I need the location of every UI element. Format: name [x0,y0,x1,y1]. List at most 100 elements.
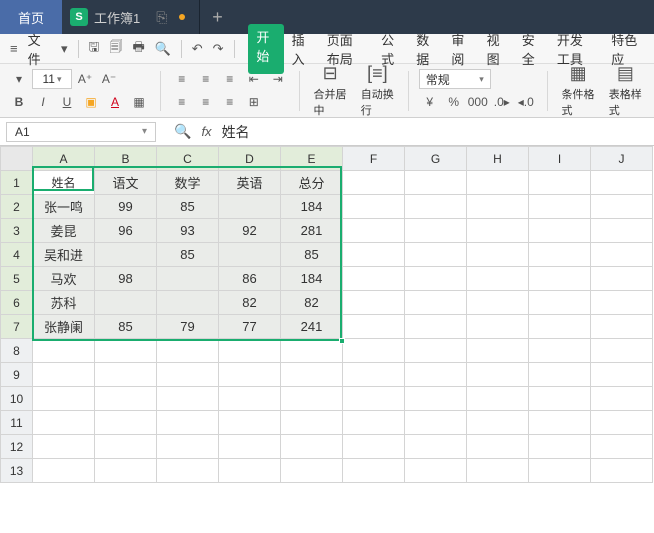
cell[interactable] [343,243,405,267]
merge-split-icon[interactable]: ⊞ [243,92,265,112]
cell[interactable]: 总分 [281,171,343,195]
save-icon[interactable]: 🖫 [84,36,103,62]
cell[interactable] [591,195,653,219]
tab-view[interactable]: 视图 [479,24,514,74]
close-tab-icon[interactable]: ⎘ [156,9,167,26]
cell[interactable] [343,195,405,219]
cell[interactable] [591,243,653,267]
cell[interactable] [343,171,405,195]
name-box[interactable]: A1 ▾ [6,122,156,142]
cell[interactable] [33,435,95,459]
conditional-format-button[interactable]: ▦ 条件格式 [558,61,599,120]
cell[interactable] [467,243,529,267]
indent-inc-icon[interactable]: ⇥ [267,69,289,89]
cell[interactable]: 85 [157,195,219,219]
cell[interactable] [529,267,591,291]
preview-icon[interactable]: 🔍 [151,39,175,59]
cell[interactable] [157,339,219,363]
cell[interactable] [95,339,157,363]
col-header[interactable]: D [219,147,281,171]
cell[interactable]: 92 [219,219,281,243]
row-header[interactable]: 8 [1,339,33,363]
cell[interactable] [529,411,591,435]
cell[interactable] [405,411,467,435]
cell[interactable] [281,339,343,363]
cell[interactable] [343,267,405,291]
cell[interactable] [529,435,591,459]
select-all-corner[interactable] [1,147,33,171]
col-header[interactable]: I [529,147,591,171]
cell[interactable] [529,339,591,363]
cell[interactable] [405,339,467,363]
cell[interactable]: 184 [281,267,343,291]
row-header[interactable]: 2 [1,195,33,219]
cell[interactable] [405,315,467,339]
save-as-icon[interactable]: 🗐 [105,36,126,62]
merge-center-button[interactable]: ⊟ 合并居中 [310,61,351,120]
tab-start[interactable]: 开始 [248,24,283,74]
row-header[interactable]: 10 [1,387,33,411]
cell[interactable] [529,195,591,219]
underline-icon[interactable]: U [56,92,78,112]
decrease-font-icon[interactable]: A⁻ [98,69,120,89]
cell[interactable] [467,435,529,459]
workbook-tab[interactable]: S 工作簿1 ⎘ [62,0,200,34]
cell[interactable] [343,315,405,339]
cell[interactable] [591,339,653,363]
cell[interactable] [281,363,343,387]
font-dropdown-icon[interactable]: ▾ [8,69,30,89]
fx-icon[interactable]: fx [201,124,211,139]
cell[interactable] [343,411,405,435]
col-header[interactable]: H [467,147,529,171]
col-header[interactable]: C [157,147,219,171]
cell[interactable] [95,291,157,315]
print-icon[interactable]: 🖶 [128,36,148,62]
align-center-icon[interactable]: ≡ [195,92,217,112]
cell[interactable]: 96 [95,219,157,243]
cell[interactable] [157,459,219,483]
cell[interactable] [219,411,281,435]
row-header[interactable]: 11 [1,411,33,435]
hamburger-icon[interactable]: ≡ [6,39,22,58]
cell[interactable]: 吴和进 [33,243,95,267]
cell[interactable] [157,411,219,435]
cell[interactable] [591,219,653,243]
increase-font-icon[interactable]: A⁺ [74,69,96,89]
cell[interactable] [529,291,591,315]
cell[interactable] [529,243,591,267]
cell[interactable] [467,315,529,339]
add-tab-button[interactable]: + [200,0,234,34]
cell[interactable] [467,459,529,483]
cell[interactable] [219,195,281,219]
cell[interactable]: 苏科 [33,291,95,315]
cell[interactable]: 姜昆 [33,219,95,243]
cell[interactable]: 99 [95,195,157,219]
cell[interactable] [405,267,467,291]
cell[interactable] [405,435,467,459]
cell[interactable] [405,219,467,243]
cell[interactable] [95,435,157,459]
cell[interactable] [343,387,405,411]
cell[interactable]: 79 [157,315,219,339]
cell[interactable]: 张一鸣 [33,195,95,219]
wrap-text-button[interactable]: [≡] 自动换行 [357,61,398,120]
cell[interactable] [33,363,95,387]
align-mid-icon[interactable]: ≡ [195,69,217,89]
col-header[interactable]: F [343,147,405,171]
cell[interactable] [467,339,529,363]
cell[interactable] [591,387,653,411]
row-header[interactable]: 9 [1,363,33,387]
cell[interactable] [33,411,95,435]
cell[interactable] [405,459,467,483]
cell[interactable] [467,387,529,411]
fill-color-icon[interactable]: ▣ [80,92,102,112]
comma-icon[interactable]: 000 [467,92,489,112]
cell[interactable] [281,459,343,483]
cell[interactable] [95,243,157,267]
cell[interactable] [591,315,653,339]
cell[interactable]: 语文 [95,171,157,195]
cell[interactable] [405,195,467,219]
cell[interactable]: 姓名 [33,171,95,195]
cell[interactable]: 184 [281,195,343,219]
percent-icon[interactable]: % [443,92,465,112]
